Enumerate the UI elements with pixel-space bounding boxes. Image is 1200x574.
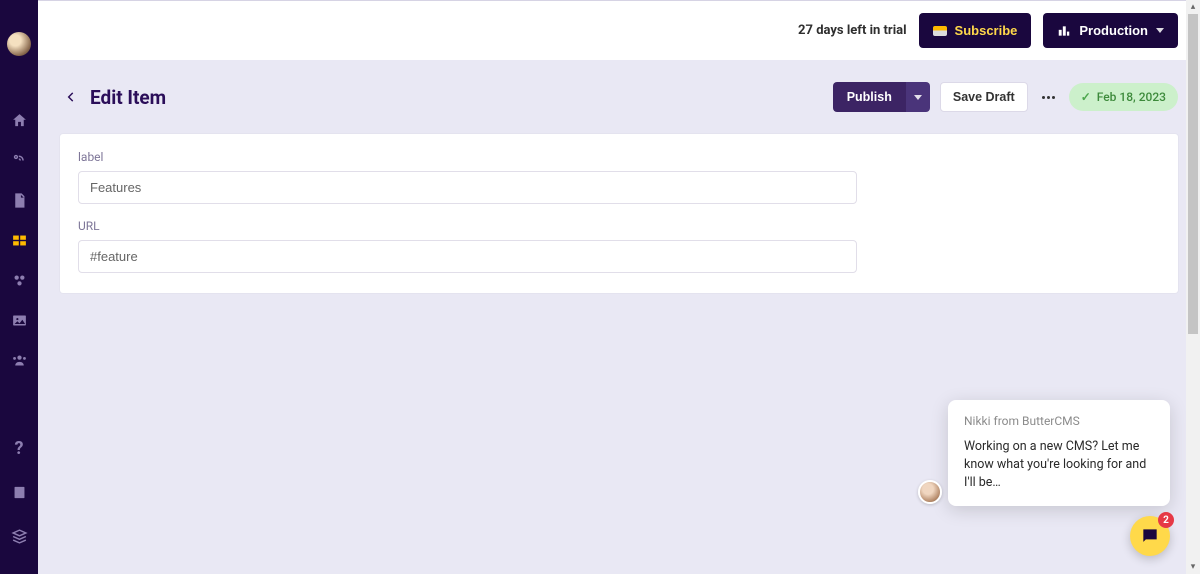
help-icon[interactable]: ? <box>0 428 38 468</box>
environment-label: Production <box>1079 23 1148 38</box>
page-title: Edit Item <box>90 86 166 109</box>
scroll-up-icon[interactable]: ▴ <box>1186 0 1200 14</box>
chat-message: Working on a new CMS? Let me know what y… <box>964 438 1154 492</box>
content: Edit Item Publish Save Draft ✓ Feb 18, 2… <box>38 60 1200 293</box>
more-actions-button[interactable] <box>1038 92 1059 103</box>
scrollbar[interactable]: ▴ ▾ <box>1186 0 1200 574</box>
check-icon: ✓ <box>1081 90 1091 104</box>
components-icon[interactable] <box>0 260 38 300</box>
collections-icon[interactable] <box>0 220 38 260</box>
url-field-group: URL <box>78 219 1160 273</box>
chat-popup[interactable]: Nikki from ButterCMS Working on a new CM… <box>948 400 1170 506</box>
url-field-label: URL <box>78 219 1160 233</box>
label-field-group: label <box>78 150 1160 204</box>
chat-icon <box>1140 526 1160 546</box>
topbar: 27 days left in trial Subscribe Producti… <box>38 0 1200 60</box>
chat-from-label: Nikki from ButterCMS <box>964 414 1154 428</box>
stack-icon[interactable] <box>0 516 38 556</box>
environment-dropdown[interactable]: Production <box>1043 13 1178 48</box>
chevron-left-icon <box>64 90 78 104</box>
docs-icon[interactable] <box>0 472 38 512</box>
label-input[interactable] <box>78 171 857 204</box>
user-avatar[interactable] <box>7 32 31 56</box>
users-icon[interactable] <box>0 340 38 380</box>
status-badge: ✓ Feb 18, 2023 <box>1069 83 1178 111</box>
trial-status: 27 days left in trial <box>798 23 906 38</box>
chat-badge: 2 <box>1158 512 1174 528</box>
page-actions: Publish Save Draft ✓ Feb 18, 2023 <box>833 82 1178 112</box>
pages-icon[interactable] <box>0 180 38 220</box>
blog-icon[interactable] <box>0 140 38 180</box>
subscribe-label: Subscribe <box>955 23 1018 38</box>
url-input[interactable] <box>78 240 857 273</box>
scroll-down-icon[interactable]: ▾ <box>1186 560 1200 574</box>
credit-card-icon <box>933 26 947 36</box>
form-card: label URL <box>60 134 1178 293</box>
publish-button[interactable]: Publish <box>833 82 906 112</box>
chevron-down-icon <box>1156 28 1164 33</box>
label-field-label: label <box>78 150 1160 164</box>
chat-launcher-button[interactable]: 2 <box>1130 516 1170 556</box>
media-icon[interactable] <box>0 300 38 340</box>
status-date: Feb 18, 2023 <box>1097 90 1166 104</box>
dashboard-icon <box>1057 24 1071 38</box>
page-header: Edit Item Publish Save Draft ✓ Feb 18, 2… <box>60 82 1178 112</box>
chat-agent-avatar <box>918 480 942 504</box>
chevron-down-icon <box>914 95 922 100</box>
save-draft-button[interactable]: Save Draft <box>940 82 1028 112</box>
home-icon[interactable] <box>0 100 38 140</box>
publish-button-group: Publish <box>833 82 930 112</box>
subscribe-button[interactable]: Subscribe <box>919 13 1032 48</box>
back-button[interactable] <box>60 86 82 108</box>
sidebar: ? <box>0 0 38 574</box>
scrollbar-thumb[interactable] <box>1188 14 1198 334</box>
publish-dropdown-button[interactable] <box>906 82 930 112</box>
